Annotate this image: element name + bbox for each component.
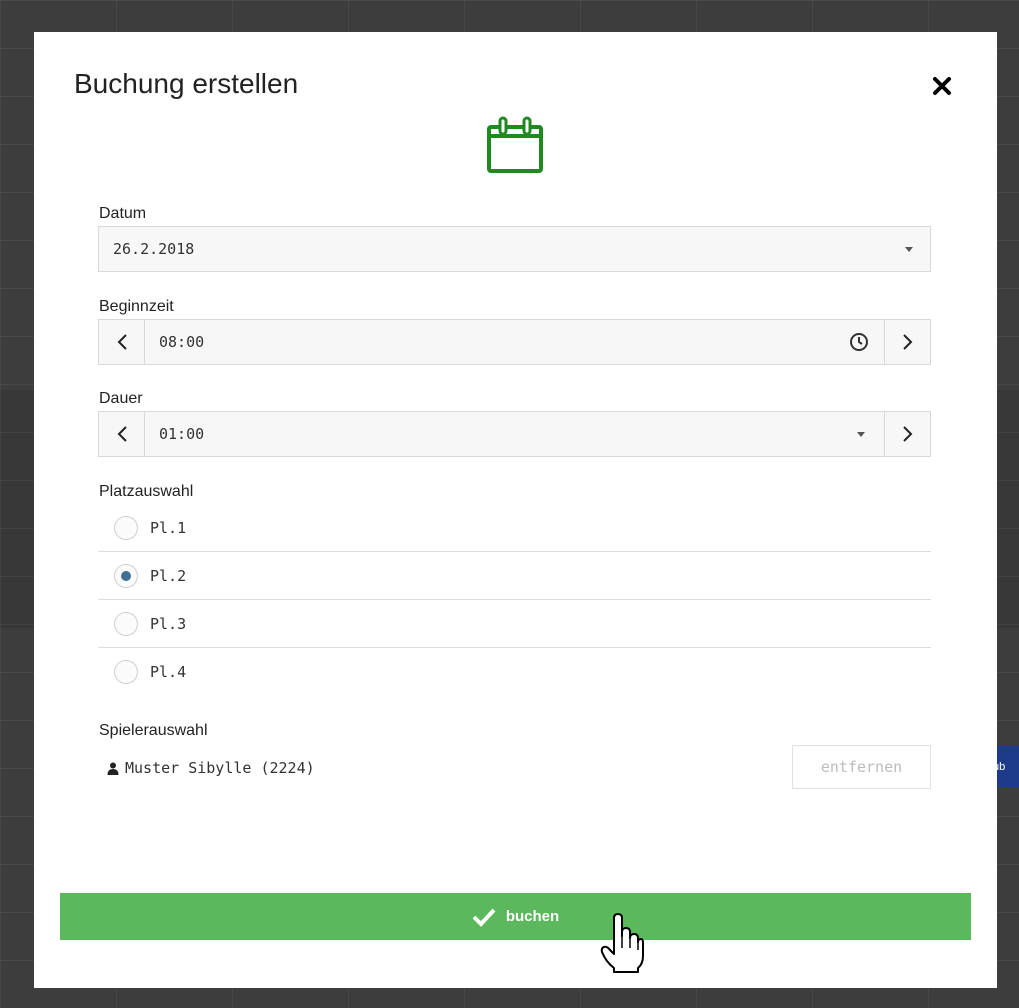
chevron-right-icon [902,426,912,442]
start-time-prev-button[interactable] [99,320,145,364]
court-option-label: Pl.2 [150,567,187,585]
duration-prev-button[interactable] [99,412,145,456]
modal-title: Buchung erstellen [74,68,299,99]
booking-modal: Buchung erstellen Datum 26.2.2018 Beginn… [34,32,997,988]
radio-button[interactable] [114,660,138,684]
calendar-icon [487,116,543,173]
radio-button[interactable] [114,612,138,636]
court-option-label: Pl.4 [150,663,187,681]
remove-player-button[interactable]: entfernen [792,745,931,789]
book-button[interactable]: buchen [60,893,971,940]
radio-button-selected[interactable] [114,564,138,588]
chevron-right-icon [902,334,912,350]
player-name: Muster Sibylle (2224) [125,759,315,777]
duration-value[interactable]: 01:00 [159,425,204,443]
court-option-2[interactable]: Pl.2 [98,552,931,600]
caret-down-icon [905,247,913,252]
clock-icon[interactable] [849,332,869,352]
start-time-label: Beginnzeit [99,298,174,315]
start-time-value[interactable]: 08:00 [159,333,204,351]
radio-button[interactable] [114,516,138,540]
caret-down-icon[interactable] [857,432,865,437]
court-option-1[interactable]: Pl.1 [98,504,931,552]
player-item: Muster Sibylle (2224) [107,759,315,777]
book-button-label: buchen [505,908,560,925]
date-value: 26.2.2018 [113,240,195,258]
user-icon [107,762,119,775]
court-option-label: Pl.1 [150,519,187,537]
start-time-field: 08:00 [98,319,931,365]
court-label: Platzauswahl [99,483,194,500]
duration-next-button[interactable] [884,412,930,456]
chevron-left-icon [117,334,127,350]
close-icon [933,77,951,95]
radio-dot [121,571,131,581]
start-time-next-button[interactable] [884,320,930,364]
date-select[interactable]: 26.2.2018 [98,226,931,272]
duration-field: 01:00 [98,411,931,457]
close-button[interactable] [924,68,960,104]
duration-label: Dauer [99,390,143,407]
check-icon [472,908,496,927]
court-option-4[interactable]: Pl.4 [98,648,931,696]
hand-cursor-icon [600,913,644,973]
court-option-label: Pl.3 [150,615,187,633]
players-label: Spielerauswahl [99,722,208,739]
chevron-left-icon [117,426,127,442]
court-option-3[interactable]: Pl.3 [98,600,931,648]
date-label: Datum [99,205,147,222]
